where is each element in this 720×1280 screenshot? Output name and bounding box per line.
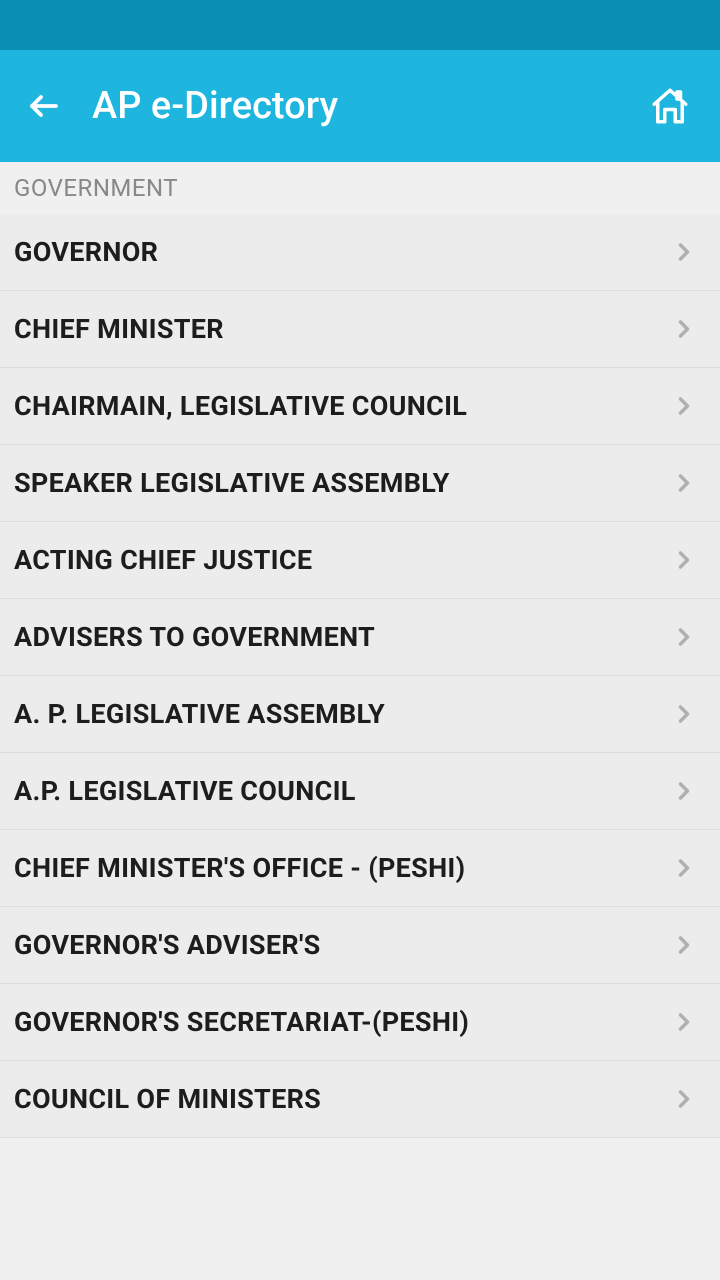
list-item-label: GOVERNOR'S ADVISER'S bbox=[14, 929, 321, 961]
list-item-cm-office-peshi[interactable]: CHIEF MINISTER'S OFFICE - (PESHI) bbox=[0, 830, 720, 907]
list-item-label: ACTING CHIEF JUSTICE bbox=[14, 544, 312, 576]
list-item-label: CHIEF MINISTER'S OFFICE - (PESHI) bbox=[14, 852, 465, 884]
list-item-chairman-legislative-council[interactable]: CHAIRMAIN, LEGISLATIVE COUNCIL bbox=[0, 368, 720, 445]
chevron-right-icon bbox=[670, 546, 698, 574]
chevron-right-icon bbox=[670, 931, 698, 959]
chevron-right-icon bbox=[670, 1008, 698, 1036]
chevron-right-icon bbox=[670, 1085, 698, 1113]
list-item-speaker-legislative-assembly[interactable]: SPEAKER LEGISLATIVE ASSEMBLY bbox=[0, 445, 720, 522]
list-item-acting-chief-justice[interactable]: ACTING CHIEF JUSTICE bbox=[0, 522, 720, 599]
chevron-right-icon bbox=[670, 854, 698, 882]
list-item-label: GOVERNOR bbox=[14, 236, 158, 268]
chevron-right-icon bbox=[670, 700, 698, 728]
list-item-label: CHIEF MINISTER bbox=[14, 313, 224, 345]
list-item-governors-secretariat-peshi[interactable]: GOVERNOR'S SECRETARIAT-(PESHI) bbox=[0, 984, 720, 1061]
back-button[interactable] bbox=[24, 86, 64, 126]
list-item-ap-legislative-assembly[interactable]: A. P. LEGISLATIVE ASSEMBLY bbox=[0, 676, 720, 753]
section-header: GOVERNMENT bbox=[0, 162, 720, 214]
page-title: AP e-Directory bbox=[92, 84, 338, 128]
list-item-label: SPEAKER LEGISLATIVE ASSEMBLY bbox=[14, 467, 450, 499]
status-bar bbox=[0, 0, 720, 50]
home-icon bbox=[649, 85, 691, 127]
list-item-chief-minister[interactable]: CHIEF MINISTER bbox=[0, 291, 720, 368]
list-item-governor[interactable]: GOVERNOR bbox=[0, 214, 720, 291]
chevron-right-icon bbox=[670, 777, 698, 805]
list-item-label: CHAIRMAIN, LEGISLATIVE COUNCIL bbox=[14, 390, 467, 422]
chevron-right-icon bbox=[670, 623, 698, 651]
chevron-right-icon bbox=[670, 392, 698, 420]
list-item-label: COUNCIL OF MINISTERS bbox=[14, 1083, 321, 1115]
list-item-governors-advisers[interactable]: GOVERNOR'S ADVISER'S bbox=[0, 907, 720, 984]
chevron-right-icon bbox=[670, 469, 698, 497]
list-item-label: GOVERNOR'S SECRETARIAT-(PESHI) bbox=[14, 1006, 469, 1038]
home-button[interactable] bbox=[648, 84, 692, 128]
list-item-ap-legislative-council[interactable]: A.P. LEGISLATIVE COUNCIL bbox=[0, 753, 720, 830]
chevron-right-icon bbox=[670, 238, 698, 266]
app-header: AP e-Directory bbox=[0, 50, 720, 162]
list-item-label: A.P. LEGISLATIVE COUNCIL bbox=[14, 775, 356, 807]
list-item-advisers-to-government[interactable]: ADVISERS TO GOVERNMENT bbox=[0, 599, 720, 676]
arrow-left-icon bbox=[26, 88, 62, 124]
list-item-label: A. P. LEGISLATIVE ASSEMBLY bbox=[14, 698, 385, 730]
list-item-label: ADVISERS TO GOVERNMENT bbox=[14, 621, 375, 653]
chevron-right-icon bbox=[670, 315, 698, 343]
list-item-council-of-ministers[interactable]: COUNCIL OF MINISTERS bbox=[0, 1061, 720, 1138]
